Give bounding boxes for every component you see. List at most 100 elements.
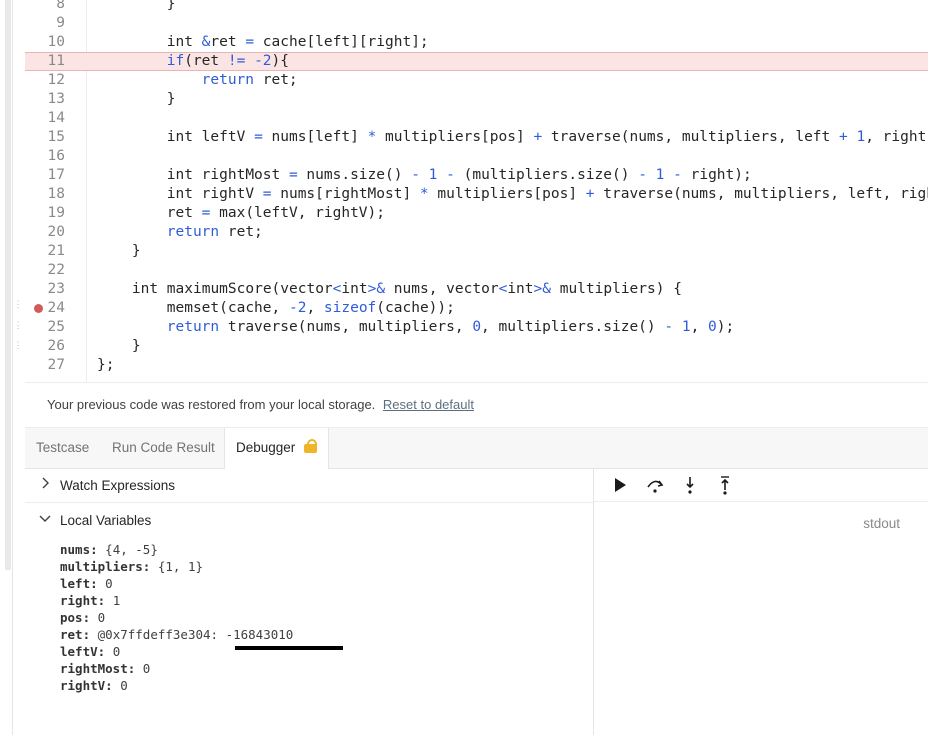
variable-name: rightV xyxy=(60,678,106,693)
code-line[interactable]: 27}; xyxy=(25,356,928,375)
code-token: + xyxy=(585,186,595,202)
code-text: if(ret != -2){ xyxy=(167,53,289,70)
watch-expressions-header[interactable]: Watch Expressions xyxy=(25,469,593,502)
code-line[interactable]: 8} xyxy=(25,0,928,14)
reset-to-default-link[interactable]: Reset to default xyxy=(383,397,474,412)
restore-notice-text: Your previous code was restored from you… xyxy=(47,397,376,412)
variable-row: nums: {4, -5} xyxy=(60,541,293,558)
code-line[interactable]: 14 xyxy=(25,109,928,128)
line-number: 27 xyxy=(47,357,65,373)
code-text: }; xyxy=(97,356,114,375)
code-text: } xyxy=(132,242,141,261)
variable-separator: : xyxy=(127,661,143,676)
code-token: nums.size() xyxy=(297,167,412,183)
variable-separator: : xyxy=(142,559,158,574)
step-out-icon[interactable] xyxy=(714,475,736,495)
tab-debugger[interactable]: Debugger xyxy=(224,428,330,469)
code-text: int &ret = cache[left][right]; xyxy=(167,33,429,52)
code-line[interactable]: 22 xyxy=(25,261,928,280)
code-token: sizeof xyxy=(323,300,377,316)
code-line[interactable]: 25 return traverse(nums, multipliers, 0, … xyxy=(25,318,928,337)
code-text: int rightV = nums[rightMost] * multiplie… xyxy=(167,185,928,204)
code-editor[interactable]: 8} 9 10 int &ret = cache[left][right]; 11 if(… xyxy=(25,0,928,382)
code-token: int xyxy=(166,34,202,50)
code-text: int leftV = nums[left] * multipliers[pos… xyxy=(167,128,928,147)
code-line[interactable]: 11 if(ret != -2){ xyxy=(25,52,928,71)
code-token: ){ xyxy=(271,53,290,69)
code-token: nums[rightMost] xyxy=(271,186,420,202)
code-token: * xyxy=(367,129,377,145)
play-icon[interactable] xyxy=(609,475,631,495)
tab-run-code-result[interactable]: Run Code Result xyxy=(101,428,226,468)
code-token: cache[left][right]; xyxy=(254,34,429,50)
code-line[interactable]: 20 return ret; xyxy=(25,223,928,242)
section-divider xyxy=(25,502,593,503)
code-token: nums[left] xyxy=(262,129,368,145)
unlock-icon xyxy=(304,439,318,454)
console-tabs: Testcase Run Code Result Debugger xyxy=(25,428,928,469)
code-line[interactable]: 24 memset(cache, -2, sizeof(cache)); xyxy=(25,299,928,318)
code-token: (multipliers.size() xyxy=(454,167,639,183)
code-token: int rightV xyxy=(166,186,263,202)
resize-handle-icon[interactable]: ⋮ ⋮ ⋮ xyxy=(14,300,23,350)
code-text: return traverse(nums, multipliers, 0, mu… xyxy=(167,318,735,337)
line-number: 14 xyxy=(47,110,65,126)
line-number: 15 xyxy=(47,129,65,145)
code-line[interactable]: 21} xyxy=(25,242,928,261)
step-into-icon[interactable] xyxy=(679,475,701,495)
code-line[interactable]: 23 int maximumScore(vector<int>& nums, ve… xyxy=(25,280,928,299)
line-number: 26 xyxy=(47,338,65,354)
tab-testcase[interactable]: Testcase xyxy=(25,428,100,468)
code-text: return ret; xyxy=(167,223,263,242)
restore-notice: Your previous code was restored from you… xyxy=(47,397,474,412)
code-line[interactable]: 19 ret = max(leftV, rightV); xyxy=(25,204,928,223)
code-token: int xyxy=(507,281,534,297)
code-token: - xyxy=(638,167,647,183)
code-line[interactable]: 16 xyxy=(25,147,928,166)
code-token: >& xyxy=(533,281,551,297)
line-number: 8 xyxy=(56,0,65,12)
code-token: ret xyxy=(166,205,202,221)
code-line[interactable]: 10 int &ret = cache[left][right]; xyxy=(25,33,928,52)
line-number: 12 xyxy=(47,72,65,88)
code-token: = xyxy=(245,34,255,50)
variable-name: left xyxy=(60,576,91,591)
code-text: ret = max(leftV, rightV); xyxy=(167,204,385,223)
code-token: int leftV xyxy=(166,129,255,145)
code-token: = xyxy=(262,186,272,202)
variable-separator: : xyxy=(97,593,113,608)
line-number: 20 xyxy=(47,224,65,240)
code-token: , xyxy=(690,319,709,335)
variable-value: 0 xyxy=(112,644,121,659)
stdout-label: stdout xyxy=(863,516,900,531)
step-over-icon[interactable] xyxy=(644,475,666,495)
variable-row: right: 1 xyxy=(60,592,293,609)
code-token: int xyxy=(341,281,368,297)
code-token: -2 xyxy=(254,53,272,69)
code-line[interactable]: 13} xyxy=(25,90,928,109)
code-line[interactable]: 18 int rightV = nums[rightMost] * multipl… xyxy=(25,185,928,204)
code-line[interactable]: 9 xyxy=(25,14,928,33)
code-token: ); xyxy=(716,319,735,335)
variable-row: pos: 0 xyxy=(60,609,293,626)
variable-name: ret xyxy=(60,627,83,642)
code-token: - xyxy=(446,167,455,183)
local-variables-header[interactable]: Local Variables xyxy=(25,504,593,537)
code-line[interactable]: 26} xyxy=(25,337,928,356)
variable-separator: : xyxy=(82,627,98,642)
code-line[interactable]: 15 int leftV = nums[left] * multipliers[p… xyxy=(25,128,928,147)
code-line[interactable]: 12 return ret; xyxy=(25,71,928,90)
code-token: = xyxy=(288,167,298,183)
code-token: (cache)); xyxy=(376,300,455,316)
line-number: 23 xyxy=(47,281,65,297)
line-number: 21 xyxy=(47,243,65,259)
annotation-underline xyxy=(235,646,343,650)
line-number: 18 xyxy=(47,186,65,202)
variable-value: 0 xyxy=(105,576,113,591)
variable-row: rightV: 0 xyxy=(60,677,293,694)
debugger-variables-panel: Watch Expressions Local Variables nums: … xyxy=(25,469,594,735)
code-line[interactable]: 17 int rightMost = nums.size() - 1 - (mul… xyxy=(25,166,928,185)
left-scrollbar[interactable] xyxy=(5,0,11,570)
